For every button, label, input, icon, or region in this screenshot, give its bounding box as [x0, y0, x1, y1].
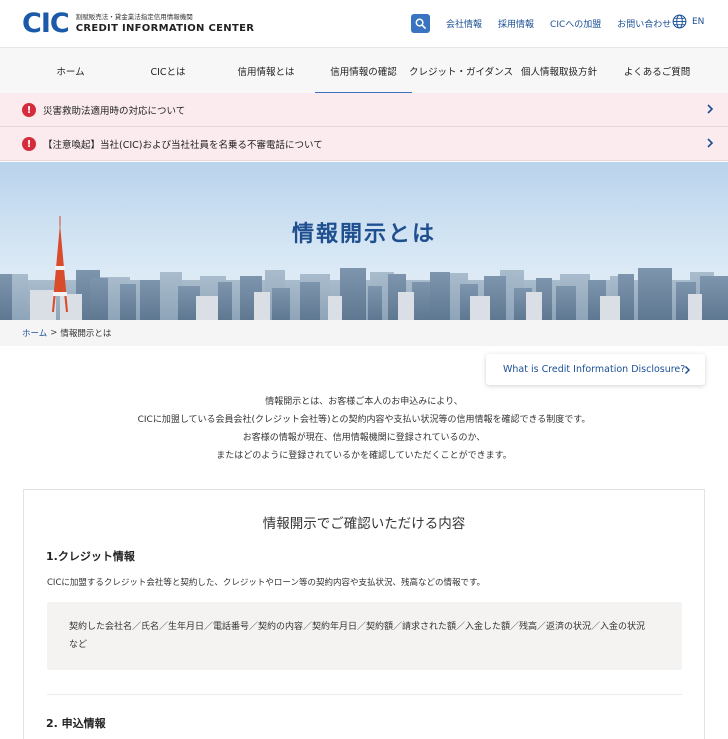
nav-item-check-info[interactable]: 信用情報の確認	[315, 48, 412, 94]
intro-line: CICに加盟している会員会社(クレジット会社等)との契約内容や支払い状況等の信用…	[137, 415, 591, 425]
logo-subtitle: 割賦販売法・貸金業法指定信用情報機関	[75, 12, 193, 21]
exclamation-icon: !	[22, 137, 36, 151]
chevron-right-icon	[684, 365, 691, 375]
breadcrumb-separator: >	[50, 328, 58, 338]
section-description: CICに加盟するクレジット会社等と契約した、クレジットやローン等の契約内容や支払…	[47, 578, 486, 588]
nav-item-home[interactable]: ホーム	[22, 48, 119, 94]
util-link-contact[interactable]: お問い合わせ	[617, 17, 671, 30]
english-page-button[interactable]: What is Credit Information Disclosure?	[486, 354, 705, 385]
language-switch[interactable]: EN	[672, 14, 704, 29]
utility-nav: 会社情報 採用情報 CICへの加盟 お問い合わせ	[446, 17, 687, 30]
page-title: 情報開示とは	[291, 222, 436, 247]
globe-icon	[672, 14, 687, 29]
nav-item-about[interactable]: CICとは	[119, 48, 217, 94]
credit-info-items-box: 契約した会社名／氏名／生年月日／電話番号／契約の内容／契約年月日／契約額／請求さ…	[47, 602, 682, 670]
chevron-right-icon	[707, 138, 714, 148]
nav-item-faq[interactable]: よくあるご質問	[608, 48, 706, 94]
alert-banner-suspicious-call[interactable]: ! 【注意喚起】当社(CIC)および当社社員を名乗る不審電話について	[0, 127, 728, 161]
search-button[interactable]	[411, 14, 430, 33]
nav-item-credit-guidance[interactable]: クレジット・ガイダンス	[409, 48, 513, 94]
breadcrumb-current: 情報開示とは	[60, 329, 112, 339]
breadcrumb-home-link[interactable]: ホーム	[22, 327, 47, 339]
intro-line: 情報開示とは、お客様ご本人のお申込みにより、	[265, 397, 463, 407]
search-icon	[415, 18, 426, 29]
logo-mark: CIC	[22, 8, 70, 39]
logo-title: CREDIT INFORMATION CENTER	[75, 22, 255, 34]
site-header: CIC 割賦販売法・貸金業法指定信用情報機関 CREDIT INFORMATIO…	[0, 0, 728, 47]
english-page-label: What is Credit Information Disclosure?	[503, 364, 686, 375]
card-title: 情報開示でご確認いただける内容	[262, 516, 466, 532]
section-title-credit-info: 1.クレジット情報	[46, 550, 135, 563]
nav-item-credit-info[interactable]: 信用情報とは	[217, 48, 315, 94]
language-label: EN	[692, 16, 705, 27]
util-link-join[interactable]: CICへの加盟	[550, 17, 601, 30]
alert-text: 【注意喚起】当社(CIC)および当社社員を名乗る不審電話について	[43, 139, 323, 151]
site-logo[interactable]: CIC 割賦販売法・貸金業法指定信用情報機関 CREDIT INFORMATIO…	[22, 10, 254, 38]
intro-line: またはどのように登録されているかを確認していただくことができます。	[216, 451, 512, 461]
util-link-recruit[interactable]: 採用情報	[498, 17, 534, 30]
credit-info-items: 契約した会社名／氏名／生年月日／電話番号／契約の内容／契約年月日／契約額／請求さ…	[69, 622, 646, 632]
intro-line: お客様の情報が現在、信用情報機関に登録されているのか、	[242, 433, 486, 443]
util-link-company[interactable]: 会社情報	[446, 17, 482, 30]
hero-banner: 情報開示とは	[0, 162, 728, 320]
breadcrumb: ホーム > 情報開示とは	[0, 320, 728, 346]
global-nav: ホーム CICとは 信用情報とは 信用情報の確認 クレジット・ガイダンス 個人情…	[0, 47, 728, 94]
section-title-application-info: 2. 申込情報	[46, 717, 106, 730]
alert-banner-disaster[interactable]: ! 災害救助法適用時の対応について	[0, 93, 728, 127]
nav-item-privacy-policy[interactable]: 個人情報取扱方針	[510, 48, 608, 94]
logo-text: 割賦販売法・貸金業法指定信用情報機関 CREDIT INFORMATION CE…	[76, 13, 255, 36]
section-divider	[47, 694, 682, 695]
credit-info-items-etc: など	[69, 640, 88, 650]
chevron-right-icon	[707, 104, 714, 114]
exclamation-icon: !	[22, 103, 36, 117]
alert-text: 災害救助法適用時の対応について	[43, 105, 186, 117]
disclosure-content-card: 情報開示でご確認いただける内容 1.クレジット情報 CICに加盟するクレジット会…	[23, 489, 705, 739]
intro-text: 情報開示とは、お客様ご本人のお申込みにより、 CICに加盟している会員会社(クレ…	[0, 393, 728, 465]
